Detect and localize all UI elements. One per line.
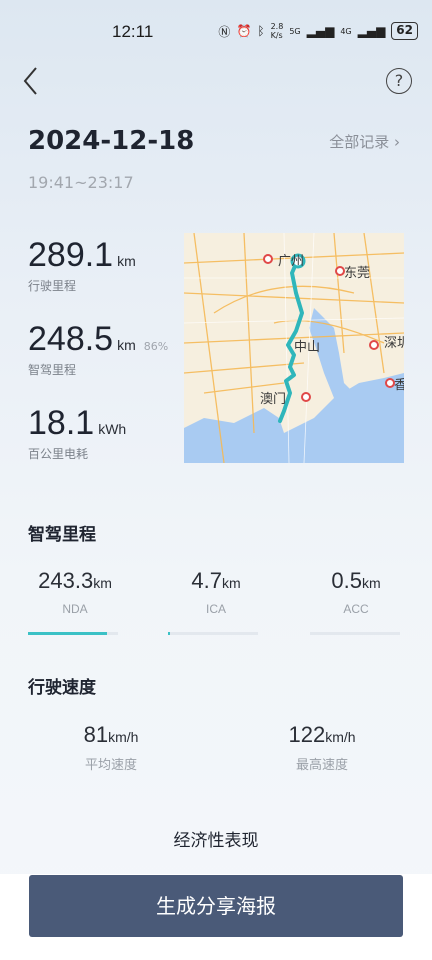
trip-time-range: 19:41~23:17 [28, 173, 134, 192]
km-unit: km [93, 575, 112, 591]
map-svg: 广州 东莞 中山 深圳 澳门 香 [184, 233, 404, 463]
net-speed: 2.8 K/s [271, 22, 284, 40]
progress-fill [28, 632, 108, 635]
map-label-hk: 香 [394, 378, 404, 393]
economy-title: 经济性表现 [173, 831, 259, 851]
smart-drive-title: 智驾里程 [28, 525, 96, 545]
map-label-guangzhou: 广州 [278, 254, 304, 269]
stat-value: 289.1 [28, 236, 114, 274]
share-poster-button[interactable]: 生成分享海报 [29, 875, 403, 937]
map-label-shenzhen: 深圳 [384, 336, 404, 351]
speed-title: 行驶速度 [28, 678, 96, 698]
stat-label: 百公里电耗 [28, 447, 89, 461]
km-unit: km [221, 575, 241, 591]
stat-unit: kWh [98, 421, 127, 437]
status-time: 12:11 [112, 22, 154, 41]
speed-label: 平均速度 [84, 758, 137, 773]
progress-acc [310, 632, 400, 635]
speed-unit: km/h [325, 729, 356, 745]
back-button[interactable] [18, 64, 48, 98]
stat-label: 智驾里程 [28, 363, 77, 377]
alarm-icon: ⏰ [236, 24, 252, 38]
battery-indicator: 62 [391, 22, 418, 40]
help-button[interactable]: ? [386, 68, 412, 94]
bluetooth-icon: ᛒ [257, 24, 265, 38]
progress-ica [168, 632, 258, 635]
status-icons: Ⓝ ⏰ ᛒ 2.8 K/s 5G ▂▄▆ 4G ▂▄▆ 62 [218, 22, 418, 40]
speed-avg: 81km/h 平均速度 [41, 722, 181, 773]
stat-value: 18.1 [28, 404, 95, 442]
km-label: NDA [62, 602, 88, 616]
signal-5g-label: 5G [289, 26, 301, 36]
stat-percent: 86% [143, 340, 169, 353]
km-unit: km [361, 575, 381, 591]
nfc-icon: Ⓝ [218, 24, 231, 39]
progress-nda [28, 632, 118, 635]
stat-unit: km [117, 253, 136, 269]
nav-bar: ? [0, 62, 432, 102]
stat-unit: km [117, 337, 136, 353]
question-circle-icon: ? [394, 71, 404, 90]
speed-unit: km/h [108, 729, 139, 745]
signal-icon-2: ▂▄▆ [357, 24, 386, 38]
stat-energy: 18.1 kWh 百公里电耗 [28, 404, 126, 462]
progress-fill [168, 632, 170, 635]
all-records-link[interactable]: 全部记录 › [329, 131, 400, 152]
km-value: 243.3 [38, 568, 94, 593]
stat-value: 248.5 [28, 320, 114, 358]
net-speed-unit: K/s [270, 31, 283, 40]
map-label-macau: 澳门 [260, 391, 286, 407]
km-item-nda: 243.3km NDA [15, 568, 135, 616]
km-label: ACC [343, 602, 369, 616]
map-label-zhongshan: 中山 [294, 340, 320, 355]
trip-date: 2024-12-18 [28, 126, 195, 156]
speed-value: 81 [83, 722, 109, 747]
map-label-dongguan: 东莞 [344, 266, 370, 281]
net-speed-value: 2.8 [270, 22, 284, 31]
km-item-acc: 0.5km ACC [296, 568, 416, 616]
stat-smart-distance: 248.5 km 86% 智驾里程 [28, 320, 168, 378]
speed-label: 最高速度 [295, 758, 348, 773]
signal-4g-label: 4G [340, 26, 352, 36]
km-item-ica: 4.7km ICA [156, 568, 276, 616]
speed-value: 122 [288, 722, 326, 747]
sea-area [184, 373, 404, 463]
stat-label: 行驶里程 [28, 279, 77, 293]
speed-max: 122km/h 最高速度 [252, 722, 392, 773]
km-label: ICA [205, 602, 226, 616]
chevron-left-icon [23, 67, 37, 95]
km-value: 0.5 [331, 568, 362, 593]
signal-icon: ▂▄▆ [306, 24, 335, 38]
km-value: 4.7 [191, 568, 222, 593]
route-map[interactable]: 广州 东莞 中山 深圳 澳门 香 [184, 233, 404, 463]
status-bar: 12:11 Ⓝ ⏰ ᛒ 2.8 K/s 5G ▂▄▆ 4G ▂▄▆ 62 [0, 0, 432, 62]
stat-distance: 289.1 km 行驶里程 [28, 236, 136, 294]
